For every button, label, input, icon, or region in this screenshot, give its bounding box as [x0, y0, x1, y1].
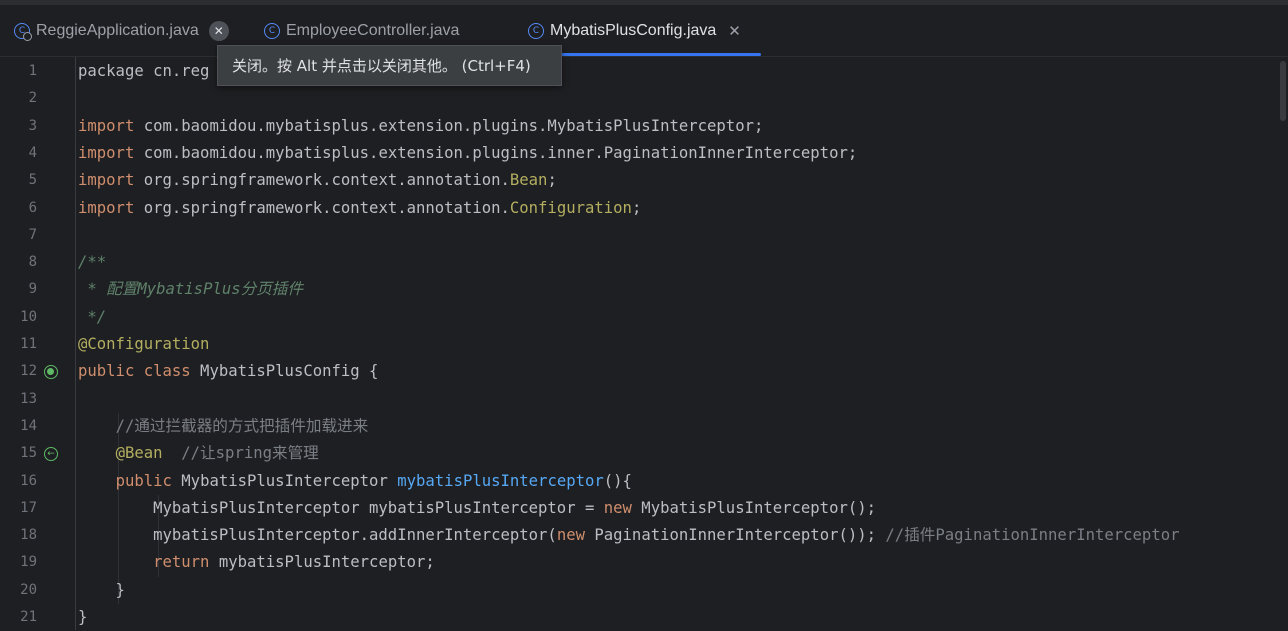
code-token: * 配置MybatisPlus分页插件 [78, 280, 303, 299]
class-run-icon: C [14, 22, 32, 41]
code-token: @Configuration [78, 335, 210, 353]
code-token: //让spring来管理 [181, 444, 319, 463]
line-number: 4 [28, 144, 37, 161]
tab-label: EmployeeController.java [286, 21, 460, 39]
code-token: MybatisPlusInterceptor(); [631, 498, 877, 517]
code-line[interactable]: import com.baomidou.mybatisplus.extensio… [78, 113, 763, 140]
code-token: public class [78, 362, 191, 381]
line-number: 10 [20, 308, 37, 325]
line-number: 2 [28, 90, 37, 107]
code-line[interactable]: package cn.reg [78, 58, 209, 85]
tab-label: MybatisPlusConfig.java [550, 21, 717, 39]
code-line[interactable]: } [78, 604, 87, 631]
line-number: 11 [20, 336, 37, 352]
code-line[interactable]: } [78, 577, 125, 604]
code-token: @Bean [115, 444, 163, 463]
code-token: import [78, 198, 135, 217]
code-token: package cn.reg [78, 62, 210, 80]
code-token: org.springframework.context.annotation. [134, 171, 510, 190]
line-number: 14 [20, 417, 37, 434]
code-token: return [153, 553, 210, 572]
code-token: (){ [603, 471, 632, 490]
code-line[interactable]: return mybatisPlusInterceptor; [78, 549, 435, 576]
code-token: mybatisPlusInterceptor.addInnerIntercept… [78, 526, 557, 545]
close-tab-icon[interactable]: ✕ [728, 22, 741, 40]
code-line[interactable]: */ [78, 304, 106, 331]
tab-reggie-application[interactable]: C ReggieApplication.java ✕ [14, 5, 229, 56]
tab-label: ReggieApplication.java [36, 21, 199, 39]
class-icon: C [264, 22, 280, 39]
code-token: ; [631, 198, 642, 217]
line-number: 19 [20, 554, 37, 571]
line-number: 8 [28, 254, 37, 271]
code-token: } [78, 608, 88, 626]
code-token: mybatisPlusInterceptor [397, 471, 604, 490]
spring-bean-icon[interactable] [44, 365, 58, 380]
code-token: /** [78, 253, 107, 272]
code-token: org.springframework.context.annotation. [134, 198, 510, 217]
code-line[interactable]: mybatisPlusInterceptor.addInnerIntercept… [78, 522, 1179, 549]
code-line[interactable]: import org.springframework.context.annot… [78, 195, 641, 222]
line-number: 7 [28, 226, 37, 243]
vertical-scrollbar[interactable] [1278, 57, 1288, 630]
gutter-separator [75, 57, 76, 630]
code-token: Configuration [509, 198, 632, 217]
line-number: 16 [20, 472, 37, 489]
code-line[interactable]: import org.springframework.context.annot… [78, 167, 557, 194]
code-token: MybatisPlusInterceptor [171, 471, 398, 490]
line-number: 21 [20, 609, 37, 625]
spring-bean-navigate-icon[interactable]: ← [44, 447, 58, 462]
line-number: 20 [20, 581, 37, 598]
code-token: } [78, 580, 125, 599]
code-token: new [556, 526, 585, 545]
line-number: 17 [20, 499, 37, 516]
line-number: 3 [28, 117, 37, 134]
code-token: new [603, 498, 632, 517]
line-number: 9 [28, 281, 37, 298]
line-number: 6 [28, 199, 37, 216]
code-token: public [115, 471, 172, 490]
code-line[interactable]: import com.baomidou.mybatisplus.extensio… [78, 140, 857, 167]
code-token: ; [547, 171, 557, 190]
line-number: 12 [20, 363, 37, 380]
line-number: 1 [28, 63, 37, 79]
code-token: PaginationInnerInterceptor()); [584, 526, 886, 545]
line-number: 5 [28, 172, 37, 189]
editor-tab-bar: C ReggieApplication.java ✕ C EmployeeCon… [0, 5, 1288, 57]
code-token: com.baomidou.mybatisplus.extension.plugi… [134, 143, 858, 162]
code-line[interactable]: @Configuration [78, 331, 209, 358]
scrollbar-thumb[interactable] [1280, 61, 1286, 121]
code-line[interactable]: public class MybatisPlusConfig { [78, 358, 378, 385]
code-token: Bean [509, 171, 548, 190]
line-number: 18 [20, 527, 37, 544]
close-tab-tooltip: 关闭。按 Alt 并点击以关闭其他。 (Ctrl+F4) [217, 45, 562, 86]
code-token: com.baomidou.mybatisplus.extension.plugi… [134, 116, 764, 135]
code-line[interactable]: * 配置MybatisPlus分页插件 [78, 276, 303, 303]
code-line[interactable]: MybatisPlusInterceptor mybatisPlusInterc… [78, 495, 876, 522]
close-tab-icon[interactable]: ✕ [208, 20, 229, 41]
code-token: mybatisPlusInterceptor; [209, 553, 435, 572]
line-number: 13 [20, 390, 37, 407]
code-line[interactable]: public MybatisPlusInterceptor mybatisPlu… [78, 468, 632, 495]
code-line[interactable]: /** [78, 249, 106, 276]
code-token: //插件PaginationInnerInterceptor [885, 526, 1180, 545]
code-line[interactable]: @Bean //让spring来管理 [78, 440, 319, 467]
code-token: MybatisPlusConfig { [190, 362, 379, 381]
code-line[interactable]: //通过拦截器的方式把插件加载进来 [78, 413, 369, 440]
code-token: import [78, 116, 135, 135]
code-token: */ [78, 307, 107, 326]
code-token: MybatisPlusInterceptor mybatisPlusInterc… [78, 498, 604, 517]
code-token: import [78, 171, 135, 190]
class-icon: C [528, 22, 544, 39]
code-token: //通过拦截器的方式把插件加载进来 [115, 416, 369, 435]
code-token: import [78, 143, 135, 162]
line-number: 15 [20, 445, 37, 462]
editor-gutter[interactable]: 1 2 3 4 5 6 7 8 9 10 11 12 13 14 15 16 17 18 19 20 21 ← [0, 57, 76, 630]
